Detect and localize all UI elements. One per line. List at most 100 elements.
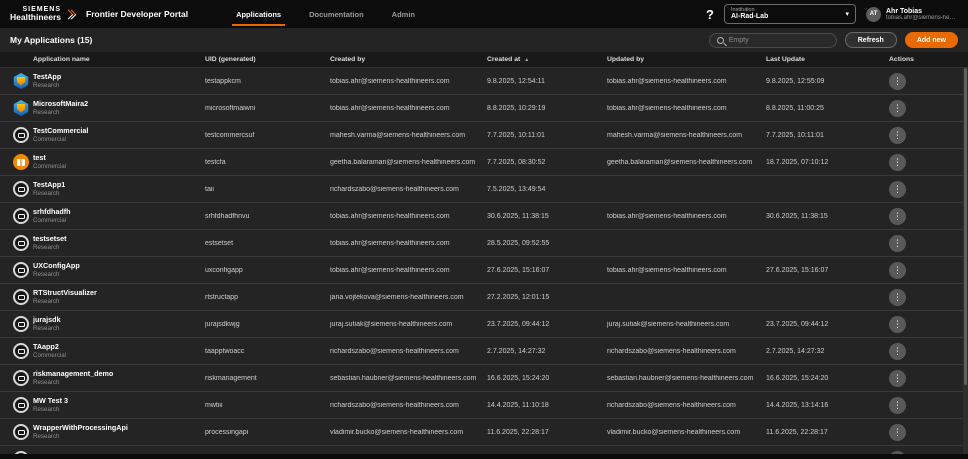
col-created-at[interactable]: Created at ▲	[487, 56, 607, 63]
app-icon	[13, 154, 29, 170]
row-actions-button[interactable]: ⋮	[889, 342, 906, 360]
refresh-button[interactable]: Refresh	[844, 32, 897, 48]
kebab-icon: ⋮	[893, 264, 902, 275]
created-by: vladimir.bucko@siemens-healthineers.com	[330, 428, 464, 436]
created-by: richardszabo@siemens-healthineers.com	[330, 185, 459, 193]
updated-by: sebastian.haubner@siemens-healthineers.c…	[607, 374, 754, 382]
created-at: 14.4.2025, 11:10:18	[487, 401, 549, 409]
last-update: 2.7.2025, 14:27:32	[766, 347, 825, 355]
app-uid: processingapi	[205, 428, 249, 436]
help-icon[interactable]: ?	[706, 7, 714, 22]
table-row[interactable]: TAapp2 Commercial taapptwoacc richardsza…	[0, 338, 968, 365]
row-actions-button[interactable]: ⋮	[889, 234, 906, 252]
created-by: tobias.ahr@siemens-healthineers.com	[330, 104, 450, 112]
col-uid[interactable]: UID (generated)	[205, 56, 330, 63]
row-actions-button[interactable]: ⋮	[889, 126, 906, 144]
app-icon	[13, 100, 29, 116]
row-actions-button[interactable]: ⋮	[889, 315, 906, 333]
created-by: tobias.ahr@siemens-healthineers.com	[330, 77, 450, 85]
table-row[interactable]: jurajsdk Research jurajsdkwjg juraj.suti…	[0, 311, 968, 338]
table-row[interactable]: testsetset Research estsetset tobias.ahr…	[0, 230, 968, 257]
created-at: 11.6.2025, 22:28:17	[487, 428, 549, 436]
table-row[interactable]: TestApp Research testappkcm tobias.ahr@s…	[0, 68, 968, 95]
table-row[interactable]: riskmanagement_demo Research riskmanagem…	[0, 365, 968, 392]
created-at: 7.5.2025, 13:49:54	[487, 185, 546, 193]
app-name: TestApp1	[33, 181, 66, 190]
row-actions-button[interactable]: ⋮	[889, 180, 906, 198]
kebab-icon: ⋮	[893, 372, 902, 383]
kebab-icon: ⋮	[893, 318, 902, 329]
row-actions-button[interactable]: ⋮	[889, 369, 906, 387]
app-name: RTStructVisualizer	[33, 289, 97, 298]
row-actions-button[interactable]: ⋮	[889, 288, 906, 306]
created-by: mahesh.varma@siemens-healthineers.com	[330, 131, 466, 139]
table-row[interactable]: UXConfigApp Research uxconfigapp tobias.…	[0, 257, 968, 284]
add-new-button[interactable]: Add new	[904, 32, 958, 48]
user-menu[interactable]: AT Ahr Tobias tobias.ahr@siemens-healthi…	[866, 6, 958, 22]
col-created-by[interactable]: Created by	[330, 56, 487, 63]
created-at: 7.7.2025, 10:11:01	[487, 131, 545, 139]
kebab-icon: ⋮	[893, 345, 902, 356]
tab-documentation[interactable]: Documentation	[295, 0, 378, 28]
updated-by: vladimir.bucko@siemens-healthineers.com	[607, 428, 741, 436]
kebab-icon: ⋮	[893, 291, 902, 302]
last-update: 11.6.2025, 22:28:17	[766, 428, 828, 436]
last-update: 8.8.2025, 11:00:25	[766, 104, 824, 112]
row-actions-button[interactable]: ⋮	[889, 261, 906, 279]
tab-applications[interactable]: Applications	[222, 0, 295, 28]
app-icon	[13, 397, 29, 413]
created-by: sebastian.haubner@siemens-healthineers.c…	[330, 374, 477, 382]
table-row[interactable]: TestCommercial Commercial testcommercsuf…	[0, 122, 968, 149]
search-box[interactable]	[708, 32, 837, 48]
created-by: jana.vojtekova@siemens-healthineers.com	[330, 293, 464, 301]
kebab-icon: ⋮	[893, 399, 902, 410]
kebab-icon: ⋮	[893, 156, 902, 167]
created-at: 23.7.2025, 09:44:12	[487, 320, 550, 328]
app-icon	[13, 181, 29, 197]
app-icon	[13, 235, 29, 251]
col-updated-by[interactable]: Updated by	[607, 56, 766, 63]
app-uid: testcommercsuf	[205, 131, 255, 139]
user-name: Ahr Tobias	[886, 7, 923, 15]
institution-value: AI-Rad-Lab	[731, 13, 769, 21]
table-row[interactable]: MW Test 3 Research mwtiii richardszabo@s…	[0, 392, 968, 419]
created-at: 7.7.2025, 08:30:52	[487, 158, 546, 166]
table-row[interactable]: TestApp1 Research taii richardszabo@siem…	[0, 176, 968, 203]
row-actions-button[interactable]: ⋮	[889, 207, 906, 225]
col-application-name[interactable]: Application name	[0, 56, 205, 63]
scrollbar-thumb[interactable]	[964, 68, 967, 385]
created-by: tobias.ahr@siemens-healthineers.com	[330, 212, 450, 220]
applications-table: TestApp Research testappkcm tobias.ahr@s…	[0, 68, 968, 459]
portal-title: Frontier Developer Portal	[86, 9, 189, 19]
table-row[interactable]: srhfdhadfh Commercial srhfdhadfhnvu tobi…	[0, 203, 968, 230]
created-by: juraj.sutiak@siemens-healthineers.com	[330, 320, 453, 328]
app-category: Research	[33, 297, 60, 305]
kebab-icon: ⋮	[893, 183, 902, 194]
last-update: 23.7.2025, 09:44:12	[766, 320, 829, 328]
brand-chevron-icon	[65, 9, 74, 19]
row-actions-button[interactable]: ⋮	[889, 99, 906, 117]
tab-admin[interactable]: Admin	[378, 0, 429, 28]
app-name: MW Test 3	[33, 397, 69, 406]
vertical-scrollbar[interactable]	[963, 68, 968, 454]
created-by: tobias.ahr@siemens-healthineers.com	[330, 266, 450, 274]
row-actions-button[interactable]: ⋮	[889, 396, 906, 414]
app-category: Research	[33, 378, 60, 386]
search-input[interactable]	[728, 36, 829, 44]
app-name: MicrosoftMaira2	[33, 100, 89, 109]
col-last-update[interactable]: Last Update	[766, 56, 875, 63]
row-actions-button[interactable]: ⋮	[889, 153, 906, 171]
app-uid: microsoftmaiwni	[205, 104, 256, 112]
app-uid: rtstructapp	[205, 293, 239, 301]
table-row[interactable]: test Commercial testcfa geetha.balaraman…	[0, 149, 968, 176]
row-actions-button[interactable]: ⋮	[889, 423, 906, 441]
row-actions-button[interactable]: ⋮	[889, 72, 906, 90]
institution-select[interactable]: Institution AI-Rad-Lab ▾	[724, 4, 856, 24]
toolbar: My Applications (15) Refresh Add new	[0, 28, 968, 52]
table-row[interactable]: RTStructVisualizer Research rtstructapp …	[0, 284, 968, 311]
app-uid: uxconfigapp	[205, 266, 243, 274]
table-row[interactable]: WrapperWithProcessingApi Research proces…	[0, 419, 968, 446]
app-category: Research	[33, 243, 60, 251]
table-row[interactable]: MicrosoftMaira2 Research microsoftmaiwni…	[0, 95, 968, 122]
created-by: tobias.ahr@siemens-healthineers.com	[330, 239, 450, 247]
